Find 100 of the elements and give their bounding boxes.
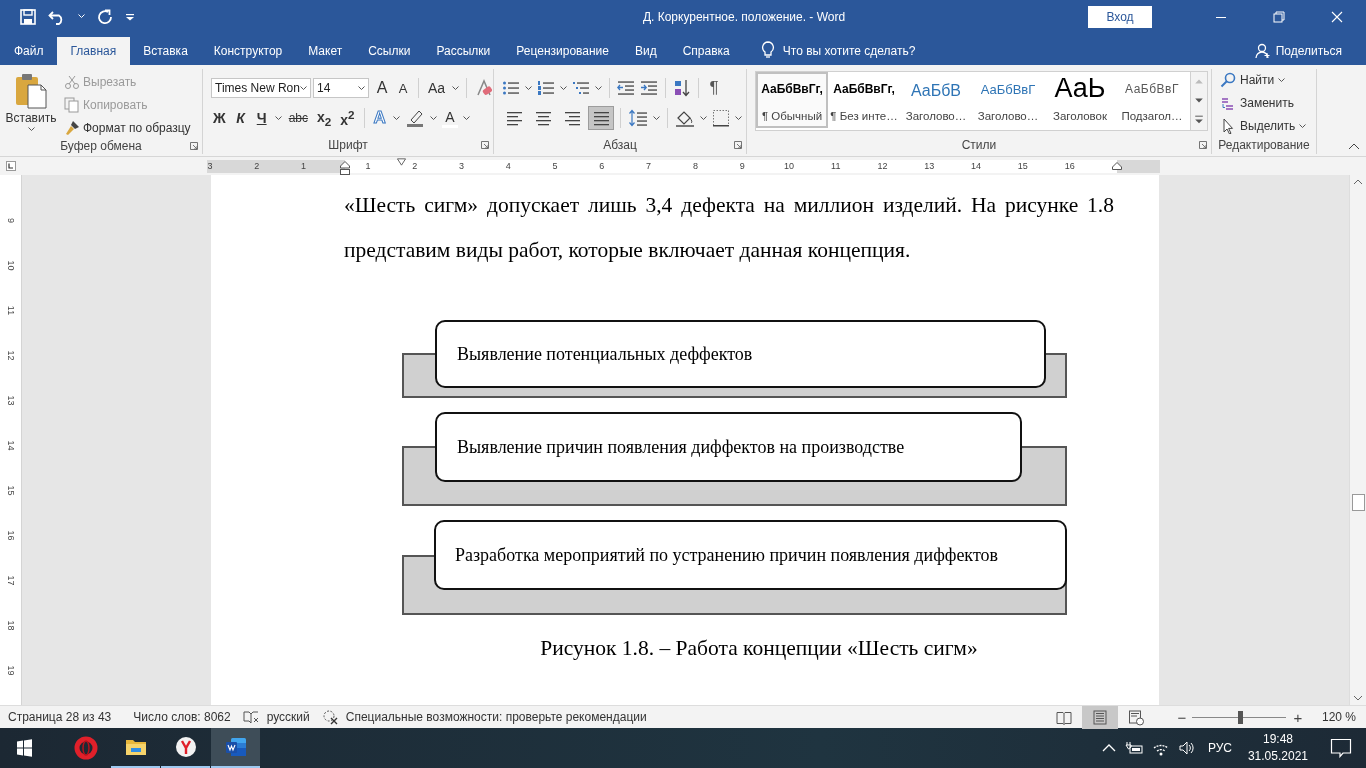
customize-icon[interactable]: [125, 12, 135, 21]
ribbon-tab[interactable]: Макет: [295, 37, 356, 65]
caret-icon[interactable]: [735, 115, 742, 121]
opera-icon: [73, 736, 98, 760]
italic-button[interactable]: К: [232, 110, 249, 126]
highlighter-icon[interactable]: [404, 109, 425, 127]
caret-icon[interactable]: [653, 115, 660, 121]
share-button[interactable]: Поделиться: [1254, 37, 1342, 65]
font-name-field[interactable]: Times New Ron: [211, 78, 311, 98]
superscript-button[interactable]: x$^{2}$: [338, 108, 357, 128]
word-count[interactable]: Число слов: 8062: [133, 710, 231, 724]
bold-button[interactable]: Ж: [211, 110, 228, 126]
caret-icon[interactable]: [300, 85, 307, 91]
caret-icon[interactable]: [595, 85, 602, 91]
paste-button[interactable]: Вставить: [6, 71, 56, 132]
ribbon-tab[interactable]: Справка: [669, 37, 743, 65]
lightbulb-icon: [760, 41, 775, 59]
notification-icon[interactable]: [1330, 738, 1352, 758]
font-size-field[interactable]: 14: [313, 78, 369, 98]
caret-icon[interactable]: [274, 115, 282, 121]
caret-icon[interactable]: [27, 127, 35, 132]
change-case-button[interactable]: Aa: [426, 80, 448, 96]
dialog-launcher-icon[interactable]: [481, 141, 489, 149]
style-item[interactable]: АаБбВвГ Заголово…: [972, 72, 1044, 128]
grow-font-button[interactable]: A: [374, 79, 390, 97]
clear-format-icon[interactable]: [474, 79, 493, 97]
select-button[interactable]: Выделить: [1220, 116, 1307, 136]
clock-date[interactable]: 31.05.2021: [1247, 748, 1308, 765]
underline-button[interactable]: Ч: [253, 110, 270, 126]
ribbon-tab[interactable]: Рассылки: [423, 37, 504, 65]
style-item[interactable]: АаБбВвГг, ¶ Без инте…: [828, 72, 900, 128]
borders-icon[interactable]: [712, 109, 730, 127]
numbering-icon[interactable]: [537, 80, 555, 96]
caret-icon[interactable]: [1278, 77, 1286, 83]
accessibility-status[interactable]: Специальные возможности: проверьте рекомендации: [345, 710, 647, 724]
left-indent-icon[interactable]: [340, 160, 350, 175]
shading-icon[interactable]: [675, 109, 695, 127]
battery-icon[interactable]: [1123, 741, 1144, 755]
clipboard-command[interactable]: Формат по образцу: [64, 118, 191, 137]
caret-icon[interactable]: [525, 85, 532, 91]
ribbon-tab[interactable]: Рецензирование: [503, 37, 622, 65]
tell-me-field[interactable]: Что вы хотите сделать?: [782, 37, 916, 65]
save-icon[interactable]: [20, 8, 36, 25]
zoom-in-button[interactable]: +: [1289, 708, 1306, 726]
bullets-icon[interactable]: [502, 80, 520, 96]
input-language[interactable]: РУС: [1207, 741, 1232, 755]
page-count[interactable]: Страница 28 из 43: [8, 710, 112, 724]
show-marks-button[interactable]: ¶: [706, 78, 722, 98]
style-item[interactable]: АаЬ Заголовок: [1044, 72, 1116, 128]
ribbon-tab[interactable]: Главная: [56, 37, 131, 65]
decrease-indent-icon[interactable]: [617, 80, 635, 96]
font-color-button[interactable]: A: [441, 108, 458, 128]
subscript-button[interactable]: x$_{2}$: [315, 108, 334, 128]
group-label: Редактирование: [1218, 138, 1310, 152]
print-layout-icon[interactable]: [1081, 705, 1118, 729]
caret-icon[interactable]: [1299, 123, 1307, 129]
sign-in-button[interactable]: Вход: [1088, 5, 1152, 28]
shrink-font-button[interactable]: A: [395, 80, 411, 96]
strikethrough-button[interactable]: abc: [286, 111, 310, 125]
clock-time[interactable]: 19:48: [1262, 731, 1293, 748]
chevron-up-icon[interactable]: [1101, 743, 1116, 753]
proofing-icon[interactable]: [242, 709, 259, 725]
caret-icon[interactable]: [358, 85, 365, 91]
document-app-icon: [223, 735, 248, 759]
dialog-launcher-icon[interactable]: [1199, 141, 1207, 149]
ruler-number: 3: [206, 159, 214, 173]
dialog-launcher-icon[interactable]: [190, 142, 198, 150]
find-button[interactable]: Найти: [1220, 70, 1286, 90]
replace-button[interactable]: Заменить: [1220, 93, 1294, 113]
scroll-thumb[interactable]: [1351, 494, 1365, 511]
collapse-ribbon-icon[interactable]: [1348, 142, 1360, 150]
zoom-level[interactable]: 120 %: [1321, 710, 1356, 724]
ribbon-tab[interactable]: Конструктор: [200, 37, 296, 65]
caret-icon[interactable]: [700, 115, 707, 121]
ribbon-tab[interactable]: Файл: [1, 37, 57, 65]
caret-icon[interactable]: [462, 115, 470, 121]
tab-selector-icon[interactable]: [6, 161, 16, 171]
ribbon-tab[interactable]: Ссылки: [355, 37, 424, 65]
zoom-out-button[interactable]: −: [1173, 708, 1190, 726]
language-status[interactable]: русский: [266, 710, 310, 724]
style-item[interactable]: АаБбВвГг, ¶ Обычный: [756, 72, 828, 128]
line-spacing-icon[interactable]: [628, 109, 648, 127]
ribbon-tab[interactable]: Вид: [622, 37, 670, 65]
increase-indent-icon[interactable]: [640, 80, 658, 96]
ribbon-tab[interactable]: Вставка: [130, 37, 201, 65]
style-item[interactable]: АаБбВ Заголово…: [900, 72, 972, 128]
caret-icon[interactable]: [560, 85, 567, 91]
sort-icon[interactable]: [673, 79, 691, 97]
volume-icon[interactable]: [1177, 740, 1196, 756]
accessibility-icon[interactable]: [321, 709, 338, 725]
caret-icon[interactable]: [429, 115, 437, 121]
caret-icon[interactable]: [452, 85, 460, 91]
style-item[interactable]: АаБбВвГ Подзагол…: [1116, 72, 1188, 128]
slider-thumb[interactable]: [1237, 710, 1243, 724]
align-justify-icon[interactable]: [589, 107, 613, 129]
dialog-launcher-icon[interactable]: [734, 141, 742, 149]
redo-icon[interactable]: [97, 8, 113, 25]
right-indent-icon[interactable]: [1112, 161, 1122, 170]
caret-icon[interactable]: [392, 115, 400, 121]
multilevel-list-icon[interactable]: [572, 80, 590, 96]
